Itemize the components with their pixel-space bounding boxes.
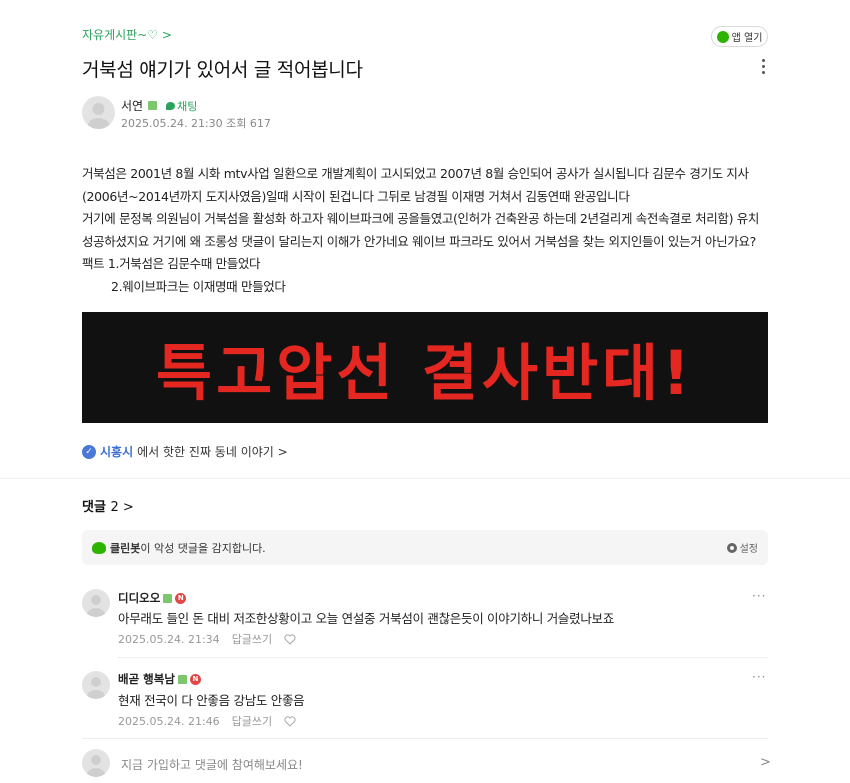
body-line: (2006년~2014년까지 도지사였음)일때 시작이 된겁니다 그뒤로 남경필… (82, 188, 630, 204)
reply-button[interactable]: 답글쓰기 (232, 631, 272, 647)
chat-button[interactable]: 채팅 (166, 98, 197, 114)
cleanbot-settings-button[interactable]: 설정 (726, 540, 758, 555)
guest-avatar (82, 749, 110, 777)
comments-header[interactable]: 댓글 2 > (82, 496, 134, 515)
body-line: 거북섬은 2001년 8월 시화 mtv사업 일환으로 개발계획이 고시되었고 … (82, 166, 749, 181)
comment-text: 현재 전국이 다 안좋음 강남도 안좋음 (118, 693, 305, 708)
region-name: 시흥시 (100, 445, 134, 459)
comments-count: 2 > (110, 500, 134, 515)
cleanbot-name: 클린봇 (110, 541, 141, 555)
body-line: 2.웨이브파크는 이재명때 만들었다 (82, 278, 286, 294)
verified-check-icon: ✓ (82, 444, 96, 459)
cleanbot-bar: 클린봇 이 악성 댓글을 감지합니다. 설정 (82, 530, 768, 565)
comment-author: 배곧 행복남 N (118, 671, 201, 687)
comment-author-name[interactable]: 배곧 행복남 (118, 671, 175, 687)
board-link[interactable]: 자유게시판~♡ > (82, 26, 172, 43)
comment-meta: 2025.05.24. 21:46 답글쓰기 (118, 713, 296, 729)
naver-cafe-icon (716, 30, 729, 43)
new-badge-icon: N (189, 673, 201, 685)
cleanbot-text: 이 악성 댓글을 감지합니다. (140, 541, 266, 555)
gear-icon (726, 542, 737, 553)
comment-more-button[interactable]: ··· (752, 670, 766, 684)
body-line: 팩트 1.거북섬은 김문수때 만들었다 (82, 256, 261, 271)
comment-author: 디디오오 N (118, 590, 187, 606)
comment-divider (82, 738, 768, 739)
reply-button[interactable]: 답글쓰기 (232, 713, 272, 729)
comment-date: 2025.05.24. 21:46 (118, 714, 220, 728)
chevron-right-icon[interactable]: > (760, 755, 771, 770)
banner-image: 특고압선 결사반대! (82, 312, 768, 423)
settings-label: 설정 (739, 544, 758, 555)
cleanbot-icon (92, 541, 106, 554)
comment-text: 아무래도 들인 돈 대비 저조한상황이고 오늘 연설중 거북섬이 괜찮은듯이 이… (118, 611, 614, 626)
author-avatar[interactable] (82, 96, 115, 129)
chat-bubble-icon (166, 101, 176, 110)
comment-avatar[interactable] (82, 671, 110, 699)
comment-meta: 2025.05.24. 21:34 답글쓰기 (118, 631, 296, 647)
banner-text: 특고압선 결사반대! (155, 338, 695, 409)
comment-author-name[interactable]: 디디오오 (118, 590, 160, 606)
join-prompt[interactable]: 지금 가입하고 댓글에 참여해보세요! (121, 756, 303, 773)
section-divider (0, 478, 850, 479)
level-badge-icon (148, 101, 158, 110)
post-title: 거북섬 얘기가 있어서 글 적어봅니다 (82, 59, 363, 81)
level-badge-icon (163, 593, 173, 603)
body-line: 거기에 문정복 의원님이 거북섬을 활성화 하고자 웨이브파크에 공을들였고(인… (82, 211, 760, 226)
heart-icon[interactable] (284, 633, 296, 645)
post-meta: 2025.05.24. 21:30 조회 617 (121, 117, 271, 130)
comment-divider (117, 657, 768, 658)
comment-date: 2025.05.24. 21:34 (118, 632, 220, 646)
body-line: 성공하셨지요 거기에 왜 조롱성 댓글이 달리는지 이해가 안가네요 웨이브 파… (82, 233, 756, 249)
heart-icon[interactable] (284, 715, 296, 727)
author-name[interactable]: 서연 (121, 97, 143, 114)
new-badge-icon: N (175, 592, 187, 604)
comments-label: 댓글 (82, 500, 106, 515)
level-badge-icon (177, 674, 187, 684)
local-suffix: 에서 핫한 진짜 동네 이야기 > (137, 445, 288, 459)
open-app-label: 앱 열기 (731, 33, 763, 44)
post-body: 거북섬은 2001년 8월 시화 mtv사업 일환으로 개발계획이 고시되었고 … (82, 163, 772, 298)
comment-more-button[interactable]: ··· (752, 589, 766, 603)
comment-avatar[interactable] (82, 589, 110, 617)
local-story-link[interactable]: ✓ 시흥시 에서 핫한 진짜 동네 이야기 > (82, 443, 288, 460)
chat-label: 채팅 (177, 99, 198, 113)
open-app-button[interactable]: 앱 열기 (711, 26, 768, 47)
author-line: 서연 채팅 (121, 97, 197, 114)
more-vertical-icon[interactable] (756, 56, 770, 76)
